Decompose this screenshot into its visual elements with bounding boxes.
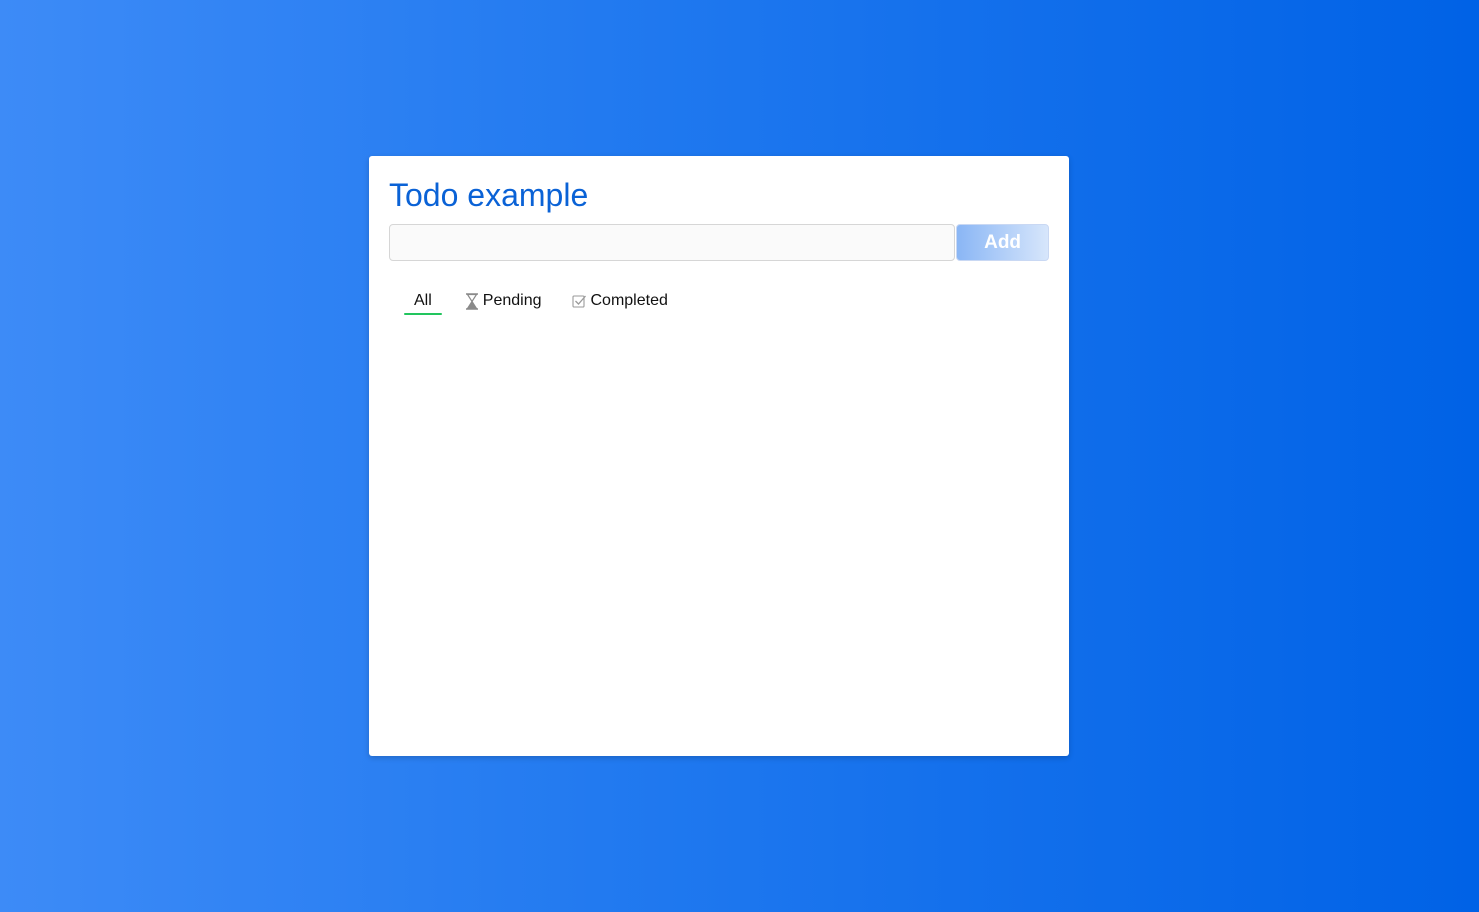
tab-completed[interactable]: Completed	[572, 288, 668, 314]
page-title: Todo example	[389, 177, 589, 213]
tab-pending-label: Pending	[482, 292, 542, 309]
tab-pending[interactable]: Pending	[464, 288, 542, 314]
filter-tabs: All Pending Completed	[404, 288, 668, 315]
hourglass-icon	[464, 292, 480, 310]
add-button[interactable]: Add	[956, 224, 1049, 261]
checkbox-checked-icon	[572, 292, 588, 310]
todo-input[interactable]	[389, 224, 956, 261]
tab-completed-label: Completed	[590, 292, 668, 309]
tab-all-label: All	[414, 292, 432, 309]
tab-all[interactable]: All	[404, 288, 442, 315]
todo-card: Todo example Add All Pending Completed	[369, 156, 1069, 756]
add-todo-form: Add	[389, 224, 1049, 261]
